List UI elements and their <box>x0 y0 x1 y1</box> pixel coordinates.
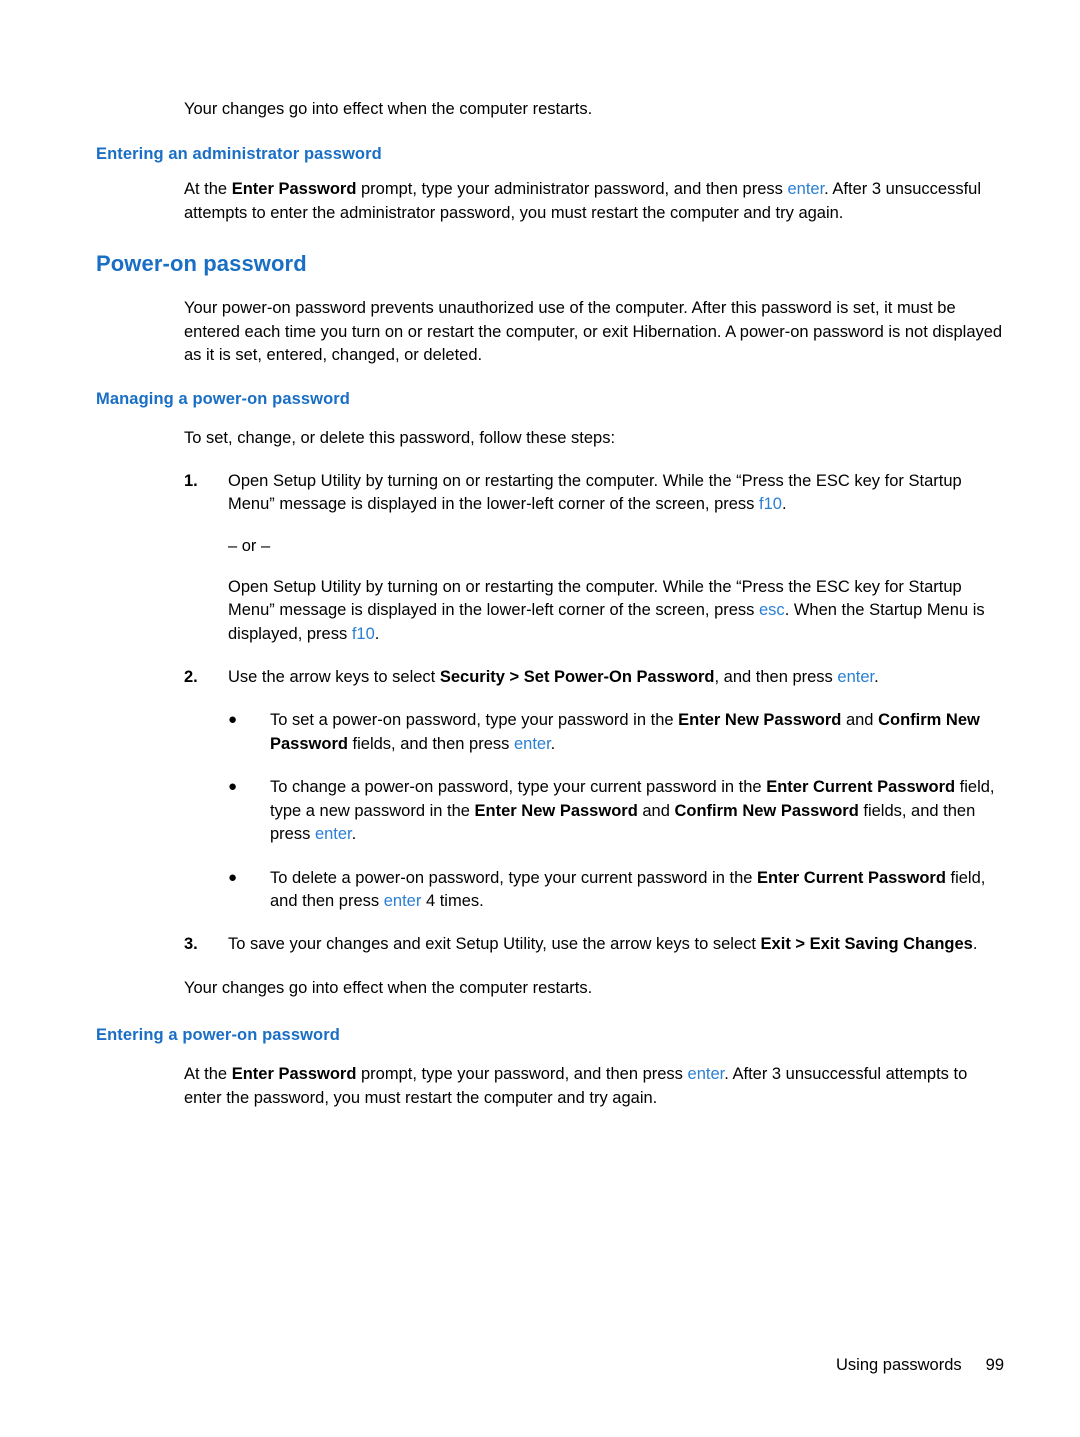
bullet-set-password: ● To set a power-on password, type your … <box>228 709 1006 756</box>
entering-text-a: At the <box>184 1065 232 1084</box>
step-1-text-b: . <box>781 495 787 514</box>
bullet-dot-icon: ● <box>228 711 238 729</box>
bullet-1-text-b: and <box>841 711 879 730</box>
admin-bold-enter-password: Enter Password <box>231 180 357 199</box>
step-2-text-a: Use the arrow keys to select <box>228 668 440 687</box>
step-3: 3. To save your changes and exit Setup U… <box>184 933 1006 956</box>
managing-lead-paragraph: To set, change, or delete this password,… <box>184 428 616 447</box>
entering-text-b: prompt, type your password, and then pre… <box>356 1065 688 1084</box>
key-enter: enter <box>787 180 825 199</box>
bullet-change-password: ● To change a power-on password, type yo… <box>228 776 1006 846</box>
admin-text-a: At the <box>184 180 232 199</box>
bullet-1-text-c: fields, and then press <box>347 734 514 753</box>
heading-managing-power-on-password: Managing a power-on password <box>96 389 350 408</box>
or-separator: – or – <box>228 536 271 555</box>
entering-bold-enter-password: Enter Password <box>231 1065 357 1084</box>
step-2: 2. Use the arrow keys to select Security… <box>184 666 1006 689</box>
bullet-2-bold-2: Enter New Password <box>474 801 638 820</box>
step-3-text-b: . <box>972 935 978 954</box>
bullet-2-text-e: . <box>351 825 357 844</box>
key-enter-bullet-1: enter <box>513 734 551 753</box>
managing-closing-paragraph: Your changes go into effect when the com… <box>184 978 593 997</box>
step-3-menu-path: Exit > Exit Saving Changes <box>760 935 973 954</box>
heading-entering-power-on-password: Entering a power-on password <box>96 1026 340 1045</box>
admin-text-c: prompt, type your administrator password… <box>356 180 788 199</box>
step-3-number: 3. <box>184 935 198 954</box>
page-footer: Using passwords 99 <box>0 1356 1080 1375</box>
step-1-number: 1. <box>184 471 198 490</box>
bullet-1-bold-1: Enter New Password <box>678 711 842 730</box>
admin-password-paragraph: At the Enter Password prompt, type your … <box>184 178 1006 225</box>
key-enter-step2: enter <box>837 668 875 687</box>
heading-power-on-password: Power-on password <box>96 251 307 277</box>
step-2-text-c: . <box>874 668 879 687</box>
key-enter-bullet-3: enter <box>383 892 422 911</box>
bullet-1-text-d: . <box>550 734 556 753</box>
step-2-number: 2. <box>184 668 198 687</box>
alt-step-text-c: . <box>374 624 380 643</box>
heading-entering-administrator-password: Entering an administrator password <box>96 145 382 164</box>
footer-label: Using passwords <box>836 1356 962 1374</box>
bullet-dot-icon: ● <box>228 868 238 886</box>
step-2-menu-path: Security > Set Power-On Password <box>439 668 715 687</box>
step-1: 1. Open Setup Utility by turning on or r… <box>184 470 1006 517</box>
power-on-password-paragraph: Your power-on password prevents unauthor… <box>184 299 1003 365</box>
bullet-delete-password: ● To delete a power-on password, type yo… <box>228 867 1006 914</box>
key-esc: esc <box>759 601 785 620</box>
bullet-3-text-c: 4 times. <box>421 892 484 911</box>
bullet-2-text-a: To change a power-on password, type your… <box>270 778 767 797</box>
page-number: 99 <box>985 1356 1004 1374</box>
document-page: Your changes go into effect when the com… <box>0 0 1080 1437</box>
key-enter-bullet-2: enter <box>314 825 352 844</box>
step-3-text-a: To save your changes and exit Setup Util… <box>228 935 761 954</box>
bullet-2-bold-3: Confirm New Password <box>674 801 859 820</box>
step-1-text-a: Open Setup Utility by turning on or rest… <box>228 471 962 514</box>
key-f10: f10 <box>759 495 782 514</box>
bullet-3-bold-1: Enter Current Password <box>757 868 946 887</box>
alternate-step: Open Setup Utility by turning on or rest… <box>184 576 1006 646</box>
bullet-3-text-a: To delete a power-on password, type your… <box>270 868 758 887</box>
entering-power-on-paragraph: At the Enter Password prompt, type your … <box>184 1063 1006 1110</box>
step-2-text-b: , and then press <box>714 668 838 687</box>
bullet-dot-icon: ● <box>228 778 238 796</box>
intro-paragraph: Your changes go into effect when the com… <box>184 100 593 118</box>
bullet-2-bold-1: Enter Current Password <box>766 778 956 797</box>
bullet-1-text-a: To set a power-on password, type your pa… <box>270 711 679 730</box>
key-enter-entering: enter <box>687 1065 725 1084</box>
page-content: Your changes go into effect when the com… <box>96 98 1006 1110</box>
bullet-2-text-c: and <box>637 801 675 820</box>
key-f10-alt: f10 <box>351 624 375 643</box>
